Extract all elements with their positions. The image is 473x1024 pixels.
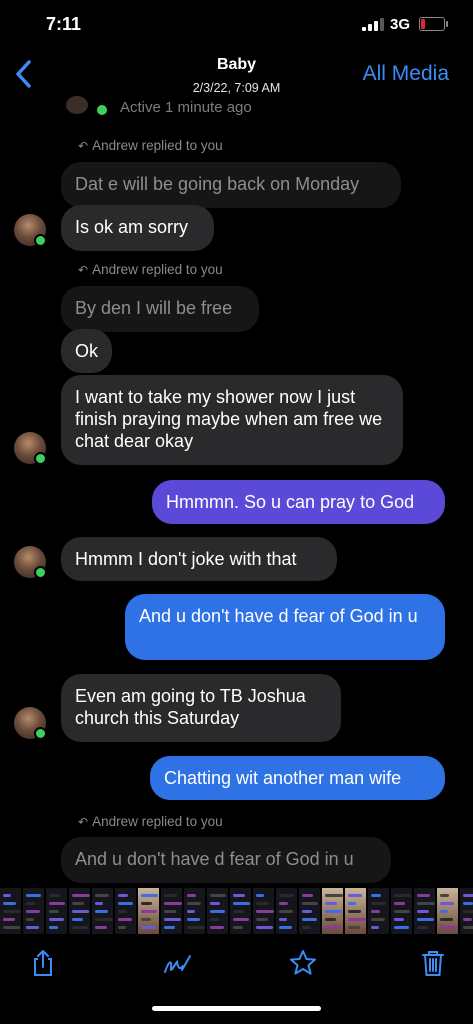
media-thumbnail[interactable]	[345, 888, 366, 934]
incoming-message[interactable]: Even am going to TB Joshua church this S…	[61, 674, 341, 742]
media-thumbnail[interactable]	[92, 888, 113, 934]
online-dot	[34, 566, 47, 579]
incoming-message[interactable]: Is ok am sorry	[61, 205, 214, 251]
sender-avatar	[14, 707, 47, 740]
sender-avatar	[14, 546, 47, 579]
quoted-message: By den I will be free	[61, 286, 259, 332]
reply-note-text: Andrew replied to you	[92, 814, 223, 829]
markup-icon	[164, 955, 191, 973]
sent-message[interactable]: Chatting wit another man wife	[150, 756, 445, 800]
incoming-message[interactable]: I want to take my shower now I just fini…	[61, 375, 403, 465]
media-thumbnail[interactable]	[322, 888, 343, 934]
reply-note: ↶ Andrew replied to you	[78, 138, 223, 153]
media-thumbnail[interactable]	[230, 888, 251, 934]
media-thumbnail[interactable]	[46, 888, 67, 934]
media-thumbnail[interactable]	[414, 888, 435, 934]
network-type: 3G	[390, 16, 411, 33]
home-indicator	[152, 1006, 321, 1011]
reply-note-text: Andrew replied to you	[92, 262, 223, 277]
status-bar: 7:11 3G	[0, 0, 473, 50]
all-media-button[interactable]: All Media	[363, 62, 449, 86]
sent-message[interactable]: And u don't have d fear of God in u	[125, 594, 445, 660]
share-icon	[34, 950, 52, 976]
status-time: 7:11	[46, 14, 82, 34]
reply-note-text: Andrew replied to you	[92, 138, 223, 153]
incoming-message[interactable]: Hmmm I don't joke with that	[61, 537, 337, 581]
sender-avatar	[14, 432, 47, 465]
battery-level	[421, 19, 425, 29]
delete-button[interactable]	[418, 948, 448, 978]
media-thumbnail[interactable]	[276, 888, 297, 934]
markup-button[interactable]	[162, 948, 192, 978]
active-status: Active 1 minute ago	[120, 99, 252, 116]
reply-note: ↶ Andrew replied to you	[78, 814, 223, 829]
media-thumbnail[interactable]	[23, 888, 44, 934]
reply-note: ↶ Andrew replied to you	[78, 262, 223, 277]
sender-avatar	[14, 214, 47, 247]
favorite-button[interactable]	[288, 948, 318, 978]
trash-icon	[422, 951, 444, 976]
contact-avatar	[66, 96, 88, 114]
online-dot	[97, 105, 107, 115]
media-thumbnail[interactable]	[161, 888, 182, 934]
chat-screenshot: Active 1 minute ago ↶ Andrew replied to y…	[0, 92, 473, 888]
media-thumbnail[interactable]	[253, 888, 274, 934]
battery-icon	[419, 17, 448, 31]
reply-icon: ↶	[78, 815, 89, 829]
thumbnail-strip[interactable]	[0, 888, 473, 934]
online-dot	[34, 234, 47, 247]
reply-icon: ↶	[78, 139, 89, 153]
media-thumbnail[interactable]	[138, 888, 159, 934]
online-dot	[34, 727, 47, 740]
media-thumbnail[interactable]	[115, 888, 136, 934]
sent-message[interactable]: Hmmmn. So u can pray to God	[152, 480, 445, 524]
reply-icon: ↶	[78, 263, 89, 277]
quoted-message: Dat e will be going back on Monday	[61, 162, 401, 208]
media-thumbnail[interactable]	[184, 888, 205, 934]
quoted-message: And u don't have d fear of God in u	[61, 837, 391, 883]
media-thumbnail[interactable]	[368, 888, 389, 934]
share-button[interactable]	[28, 948, 58, 978]
media-thumbnail[interactable]	[207, 888, 228, 934]
bottom-toolbar	[0, 934, 473, 994]
star-icon	[290, 950, 316, 975]
media-thumbnail[interactable]	[0, 888, 21, 934]
media-thumbnail[interactable]	[69, 888, 90, 934]
signal-icon	[362, 17, 384, 31]
online-dot	[34, 452, 47, 465]
media-thumbnail[interactable]	[437, 888, 458, 934]
media-thumbnail[interactable]	[299, 888, 320, 934]
media-thumbnail[interactable]	[460, 888, 473, 934]
media-thumbnail[interactable]	[391, 888, 412, 934]
incoming-message[interactable]: Ok	[61, 329, 112, 373]
